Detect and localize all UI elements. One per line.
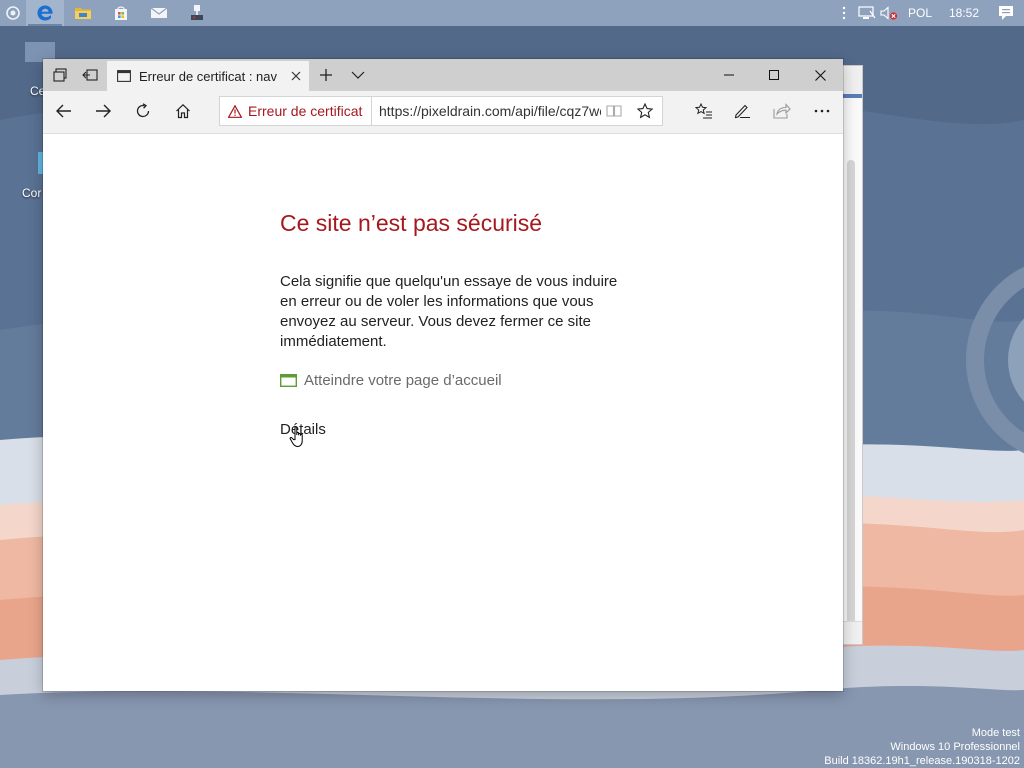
taskbar-explorer-button[interactable]	[64, 0, 102, 26]
tabs-aside-icon	[82, 69, 98, 81]
tab-preview-icon	[53, 68, 67, 82]
edge-icon	[37, 5, 53, 21]
watermark-line-2: Windows 10 Professionnel	[890, 741, 1020, 753]
chevron-down-icon	[351, 71, 365, 79]
go-to-homepage-label: Atteindre votre page d’accueil	[304, 372, 502, 389]
plus-icon	[320, 69, 332, 81]
arrow-right-icon	[96, 104, 111, 118]
page-content: Ce site n’est pas sécurisé Cela signifie…	[43, 134, 843, 691]
error-heading: Ce site n’est pas sécurisé	[280, 210, 543, 236]
hand-cursor-icon	[289, 426, 303, 448]
desktop-icon-label[interactable]: Cor	[22, 186, 41, 200]
certificate-error-label: Erreur de certificat	[248, 103, 363, 119]
tab-close-button[interactable]	[287, 67, 305, 85]
background-window-titlebar	[843, 66, 862, 94]
home-button[interactable]	[168, 96, 198, 126]
watermark-line-1: Mode test	[971, 727, 1020, 739]
background-window-footer	[843, 621, 862, 644]
address-bar[interactable]: Erreur de certificat https://pixeldrain.…	[219, 96, 663, 126]
reading-view-button[interactable]	[604, 101, 624, 121]
taskbar-store-button[interactable]	[102, 0, 140, 26]
store-bag-icon	[115, 6, 127, 20]
background-window-accent	[843, 94, 862, 98]
refresh-button[interactable]	[128, 96, 158, 126]
arrow-left-icon	[56, 104, 71, 118]
cortana-button[interactable]	[0, 0, 26, 26]
network-icon	[191, 5, 203, 20]
tab-title: Erreur de certificat : nav	[139, 68, 277, 84]
favorites-list-icon	[695, 103, 712, 119]
minimize-icon	[724, 74, 734, 76]
minimize-button[interactable]	[707, 59, 751, 91]
background-window-scrollbar[interactable]	[847, 160, 855, 624]
taskbar-network-app-button[interactable]	[178, 0, 216, 26]
tab-list-button[interactable]	[345, 63, 371, 87]
close-icon	[291, 71, 301, 81]
go-to-homepage-link[interactable]: Atteindre votre page d’accueil	[280, 372, 502, 389]
search-circle-icon	[6, 6, 20, 20]
web-notes-button[interactable]	[727, 96, 757, 126]
folder-icon	[75, 8, 91, 19]
test-mode-watermark: Mode test Windows 10 Professionnel Build…	[824, 726, 1020, 768]
page-icon	[117, 70, 131, 82]
close-window-button[interactable]	[797, 59, 843, 91]
taskbar: POL 18:52	[0, 0, 1024, 26]
tab-preview-button[interactable]	[47, 63, 73, 87]
maximize-button[interactable]	[751, 59, 797, 91]
tray-network-button[interactable]	[856, 0, 878, 26]
mail-icon	[150, 7, 168, 18]
background-window	[843, 65, 863, 645]
url-text[interactable]: https://pixeldrain.com/api/file/cqz7wc	[379, 97, 601, 125]
overflow-icon	[842, 6, 846, 20]
browser-toolbar: Erreur de certificat https://pixeldrain.…	[43, 91, 843, 134]
taskbar-edge-button[interactable]	[26, 0, 64, 26]
certificate-error-button[interactable]: Erreur de certificat	[220, 97, 372, 125]
add-favorite-button[interactable]	[634, 101, 656, 121]
action-center-button[interactable]	[988, 0, 1024, 26]
settings-more-button[interactable]	[807, 96, 837, 126]
close-icon	[814, 69, 826, 81]
pen-icon	[734, 104, 750, 119]
favorites-hub-button[interactable]	[689, 96, 719, 126]
book-icon	[606, 105, 622, 117]
network-tray-icon	[858, 6, 876, 19]
more-icon	[814, 109, 830, 113]
new-tab-button[interactable]	[313, 63, 339, 87]
system-tray: POL 18:52	[832, 0, 1024, 26]
share-button[interactable]	[767, 96, 797, 126]
star-icon	[637, 103, 653, 119]
back-button[interactable]	[49, 96, 79, 126]
tray-overflow-button[interactable]	[832, 0, 856, 26]
maximize-icon	[769, 70, 779, 80]
error-description: Cela signifie que quelqu'un essaye de vo…	[280, 273, 618, 350]
set-tabs-aside-button[interactable]	[77, 63, 103, 87]
browser-tab-active[interactable]: Erreur de certificat : nav	[107, 61, 309, 91]
edge-browser-window: Erreur de certificat : nav Erreur de cer…	[43, 59, 843, 691]
taskbar-mail-button[interactable]	[140, 0, 178, 26]
volume-muted-icon	[880, 6, 898, 20]
clock[interactable]: 18:52	[940, 0, 988, 26]
language-indicator[interactable]: POL	[900, 0, 940, 26]
share-icon	[773, 103, 791, 119]
warning-triangle-icon	[228, 104, 242, 118]
home-icon	[176, 103, 190, 119]
watermark-line-3: Build 18362.19h1_release.190318-1202	[824, 755, 1020, 767]
homepage-window-icon	[280, 374, 297, 387]
refresh-icon	[136, 103, 150, 118]
browser-titlebar[interactable]: Erreur de certificat : nav	[43, 59, 843, 91]
notifications-icon	[999, 6, 1013, 20]
tray-volume-button[interactable]	[878, 0, 900, 26]
forward-button[interactable]	[88, 96, 118, 126]
